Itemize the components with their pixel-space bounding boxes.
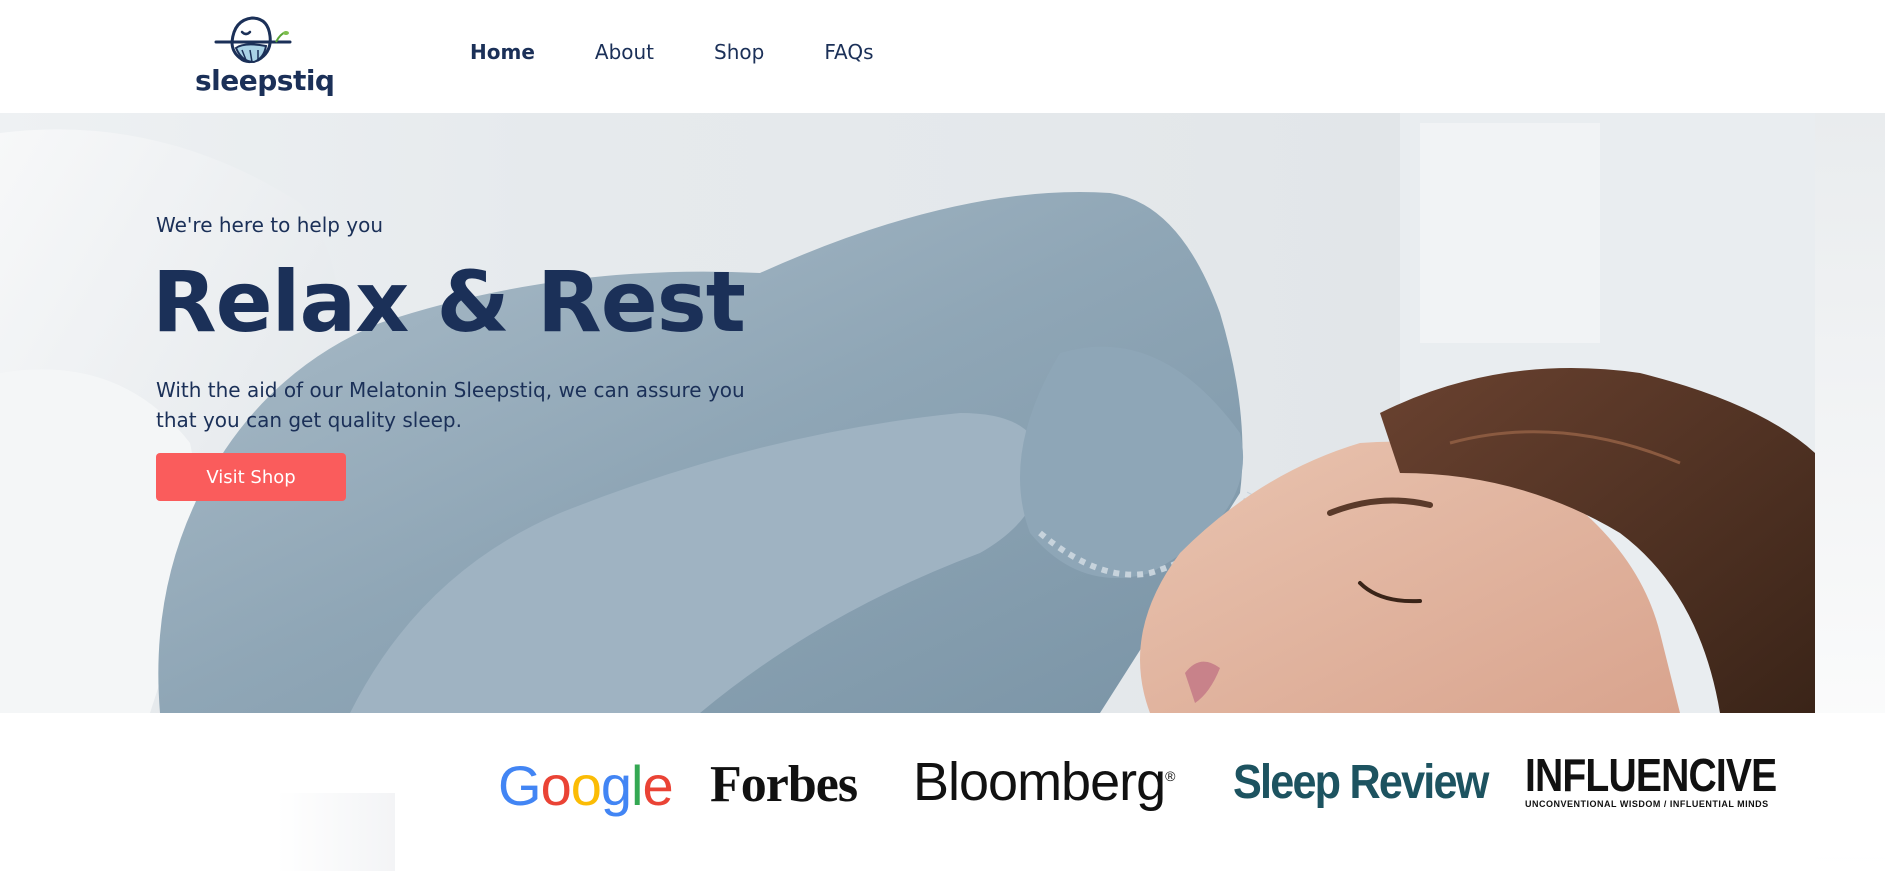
press-logos: Google Forbes Bloomberg® Sleep Review IN… (395, 713, 1885, 857)
hero-description: With the aid of our Melatonin Sleepstiq,… (156, 378, 745, 432)
bloomberg-registered-mark: ® (1165, 768, 1175, 784)
hero-eyebrow: We're here to help you (156, 213, 384, 237)
nav-item-shop[interactable]: Shop (714, 40, 764, 64)
nav-item-home[interactable]: Home (470, 40, 535, 64)
site-header: sleepstiq Home About Shop FAQs (0, 0, 1885, 113)
bloomberg-logo-text: Bloomberg (913, 752, 1166, 812)
bloomberg-logo: Bloomberg® (913, 751, 1176, 813)
nav-item-faqs[interactable]: FAQs (824, 40, 873, 64)
visit-shop-button[interactable]: Visit Shop (156, 453, 346, 501)
brand-name: sleepstiq (195, 64, 335, 97)
hero-title: Relax & Rest (152, 253, 746, 351)
influencive-logo-text: INFLUENCIVE (1525, 749, 1777, 801)
hero-bottom-fade (0, 793, 395, 871)
main-nav: Home About Shop FAQs (470, 40, 934, 64)
google-logo: Google (498, 754, 674, 817)
nav-item-about[interactable]: About (595, 40, 654, 64)
sleep-review-logo: Sleep Review (1233, 756, 1489, 809)
forbes-logo: Forbes (710, 756, 858, 813)
brand-logo[interactable]: sleepstiq (192, 12, 335, 97)
sleepy-bird-icon (214, 16, 292, 64)
hero-section: We're here to help you Relax & Rest With… (0, 113, 1815, 713)
influencive-logo: INFLUENCIVE UNCONVENTIONAL WISDOM / INFL… (1525, 751, 1813, 809)
